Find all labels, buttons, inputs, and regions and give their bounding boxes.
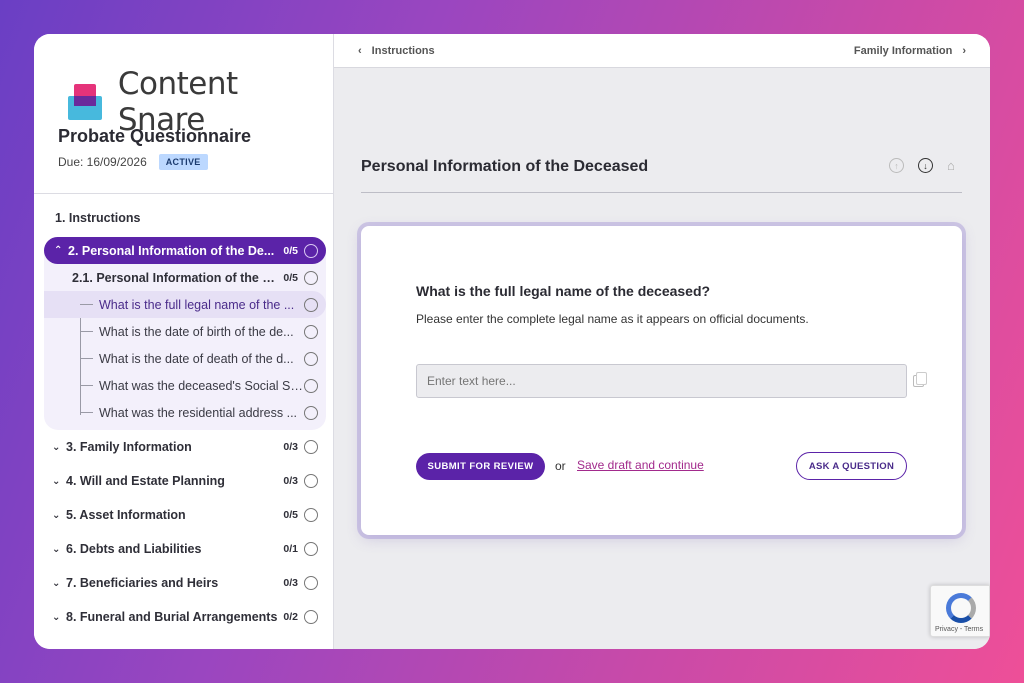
next-section-link[interactable]: Family Information › — [854, 45, 966, 57]
answer-input[interactable] — [416, 364, 907, 398]
question-label: What was the residential address ... — [99, 405, 298, 420]
nav-item-label: 2.1. Personal Information of the D... — [72, 270, 278, 285]
progress-count: 0/5 — [283, 244, 298, 257]
status-circle-icon — [304, 542, 318, 556]
question-item[interactable]: What is the date of death of the d... — [44, 345, 326, 372]
progress-count: 0/1 — [283, 543, 298, 555]
nav-item-section[interactable]: ⌄ 5. Asset Information 0/5 — [44, 498, 326, 532]
nav-item-label: 2. Personal Information of the De... — [68, 243, 275, 258]
save-draft-link[interactable]: Save draft and continue — [577, 458, 704, 472]
chevron-right-icon: › — [962, 44, 966, 57]
question-item[interactable]: What is the full legal name of the ... — [44, 291, 326, 318]
chevron-down-icon: ⌄ — [52, 543, 61, 555]
nav-item-section[interactable]: ⌄ 8. Funeral and Burial Arrangements 0/2 — [44, 600, 326, 634]
progress-count: 0/3 — [283, 441, 298, 453]
nav-item-section[interactable]: ⌄ 4. Will and Estate Planning 0/3 — [44, 464, 326, 498]
nav-item-label: 3. Family Information — [66, 440, 192, 454]
nav-item-section[interactable]: ⌄ 7. Beneficiaries and Heirs 0/3 — [44, 566, 326, 600]
status-circle-icon — [304, 440, 318, 454]
status-circle-icon — [304, 243, 318, 258]
recaptcha-icon — [946, 593, 976, 623]
question-label: What was the deceased's Social Se... — [99, 378, 304, 393]
progress-count: 0/5 — [283, 271, 298, 284]
tree-hook — [80, 304, 93, 305]
status-circle-icon — [304, 378, 318, 393]
nav-item-label: 6. Debts and Liabilities — [66, 542, 202, 556]
question-title: What is the full legal name of the decea… — [416, 283, 711, 299]
status-badge: ACTIVE — [158, 154, 208, 170]
progress-count: 0/2 — [283, 611, 298, 623]
ask-question-button[interactable]: ASK A QUESTION — [796, 452, 907, 480]
nav-item-label: 7. Beneficiaries and Heirs — [66, 576, 219, 590]
question-item[interactable]: What was the residential address ... — [44, 399, 326, 426]
page-title: Personal Information of the Deceased — [361, 158, 649, 175]
chevron-down-icon: ⌄ — [52, 577, 61, 589]
arrow-up-circle-icon[interactable]: ↑ — [889, 158, 904, 173]
chevron-down-icon: ⌄ — [52, 611, 61, 623]
nav-item-label: 1. Instructions — [55, 210, 141, 225]
question-item[interactable]: What was the deceased's Social Se... — [44, 372, 326, 399]
question-card: What is the full legal name of the decea… — [361, 226, 962, 535]
chevron-down-icon: ⌄ — [52, 509, 61, 521]
chevron-up-icon: ⌃ — [54, 245, 63, 256]
next-section-label: Family Information — [853, 44, 953, 57]
project-title: Probate Questionnaire — [58, 126, 252, 146]
question-item[interactable]: What is the date of birth of the de... — [44, 318, 326, 345]
status-circle-icon — [304, 297, 318, 312]
main-panel: ‹ Instructions Family Information › Pers… — [334, 34, 990, 649]
nav-item-active-section[interactable]: ⌃ 2. Personal Information of the De... 0… — [44, 237, 326, 264]
due-date: Due: 16/09/2026 — [58, 155, 147, 169]
nav-item-instructions[interactable]: 1. Instructions — [44, 204, 326, 231]
question-label: What is the full legal name of the ... — [99, 297, 295, 312]
question-label: What is the date of death of the d... — [99, 351, 294, 366]
chevron-down-icon: ⌄ — [52, 475, 61, 487]
status-circle-icon — [304, 270, 318, 285]
sidebar-divider — [34, 193, 334, 194]
arrow-down-circle-icon[interactable]: ↓ — [918, 158, 933, 173]
question-description: Please enter the complete legal name as … — [416, 312, 809, 326]
nav-item-label: 8. Funeral and Burial Arrangements — [66, 610, 278, 624]
logo-mark-icon — [68, 84, 104, 120]
copy-icon[interactable] — [913, 372, 927, 387]
progress-count: 0/3 — [283, 577, 298, 589]
progress-count: 0/5 — [283, 509, 298, 521]
nav-item-subsection[interactable]: 2.1. Personal Information of the D... 0/… — [44, 264, 326, 291]
app-window: Content Snare Probate Questionnaire Due:… — [34, 34, 990, 649]
status-circle-icon — [304, 351, 318, 366]
recaptcha-badge[interactable]: Privacy - Terms — [930, 585, 990, 637]
top-nav-bar: ‹ Instructions Family Information › — [334, 34, 990, 68]
prev-section-label: Instructions — [371, 44, 435, 57]
home-icon[interactable]: ⌂ — [947, 158, 962, 173]
nav-item-section[interactable]: ⌄ 6. Debts and Liabilities 0/1 — [44, 532, 326, 566]
status-circle-icon — [304, 405, 318, 420]
chevron-left-icon: ‹ — [358, 44, 362, 57]
question-label: What is the date of birth of the de... — [99, 324, 294, 339]
status-circle-icon — [304, 610, 318, 624]
section-nav: 1. Instructions ⌃ 2. Personal Informatio… — [44, 204, 326, 634]
chevron-down-icon: ⌄ — [52, 441, 61, 453]
tree-hook — [80, 358, 93, 359]
recaptcha-links: Privacy - Terms — [935, 626, 984, 633]
tree-hook — [80, 385, 93, 386]
or-text: or — [555, 459, 566, 473]
status-circle-icon — [304, 474, 318, 488]
status-circle-icon — [304, 508, 318, 522]
submit-for-review-button[interactable]: SUBMIT FOR REVIEW — [416, 453, 545, 480]
prev-section-link[interactable]: ‹ Instructions — [358, 45, 435, 57]
title-actions: ↑ ↓ ⌂ — [889, 158, 962, 173]
progress-count: 0/3 — [283, 475, 298, 487]
nav-item-label: 5. Asset Information — [66, 508, 186, 522]
status-circle-icon — [304, 576, 318, 590]
tree-hook — [80, 412, 93, 413]
active-section-group: ⌃ 2. Personal Information of the De... 0… — [44, 237, 326, 430]
nav-item-section[interactable]: ⌄ 3. Family Information 0/3 — [44, 430, 326, 464]
title-divider — [361, 192, 962, 193]
question-list: What is the full legal name of the ... W… — [44, 291, 326, 426]
nav-item-label: 4. Will and Estate Planning — [66, 474, 225, 488]
sidebar: Content Snare Probate Questionnaire Due:… — [34, 34, 334, 649]
status-circle-icon — [304, 324, 318, 339]
tree-hook — [80, 331, 93, 332]
due-row: Due: 16/09/2026 ACTIVE — [58, 154, 208, 170]
